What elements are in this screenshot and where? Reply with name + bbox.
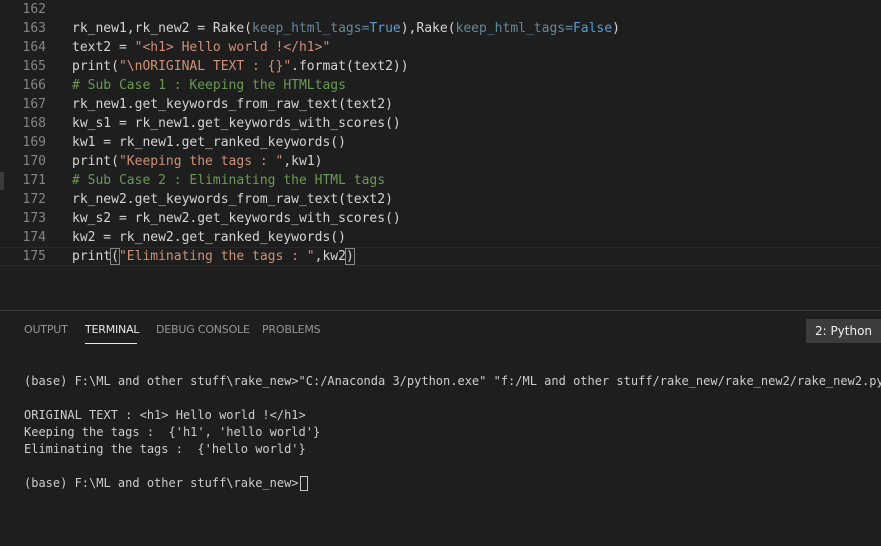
code-text: print("Keeping the tags : ",kw1) — [72, 152, 322, 171]
tab-debug-console[interactable]: DEBUG CONSOLE — [156, 323, 250, 336]
tab-terminal[interactable]: TERMINAL — [85, 323, 140, 336]
code-text: # Sub Case 1 : Keeping the HTMLtags — [72, 76, 346, 95]
terminal-prompt: (base) F:\ML and other stuff\rake_new> — [24, 476, 299, 490]
tab-problems[interactable]: PROBLEMS — [262, 323, 321, 336]
line-number: 174 — [22, 230, 46, 245]
code-token: rk_new1.get_keywords_from_raw_text(text2… — [72, 97, 393, 112]
code-token: print( — [72, 154, 119, 169]
code-token: print — [72, 249, 112, 264]
code-token: kw1 = rk_new1.get_ranked_keywords() — [72, 135, 346, 150]
code-text: text2 = "<h1> Hello world !</h1>" — [72, 38, 330, 57]
code-token: keep_html_tags= — [455, 21, 573, 36]
line-number: 163 — [22, 21, 46, 36]
terminal-line: Eliminating the tags : {'hello world'} — [24, 442, 306, 456]
line-number: 171 — [22, 173, 46, 188]
line-number: 173 — [22, 211, 46, 226]
code-line: 170 print("Keeping the tags : ",kw1) — [0, 152, 881, 171]
code-token: "<h1> Hello world !</h1>" — [134, 40, 331, 55]
code-token: text2 = — [72, 40, 135, 55]
panel-tabs: OUTPUT TERMINAL DEBUG CONSOLE PROBLEMS 2… — [0, 311, 881, 349]
code-line: 171 # Sub Case 2 : Eliminating the HTML t… — [0, 171, 881, 190]
code-text: rk_new1,rk_new2 = Rake(keep_html_tags=Tr… — [72, 19, 620, 38]
code-line: 172 rk_new2.get_keywords_from_raw_text(te… — [0, 190, 881, 209]
line-number: 165 — [22, 59, 46, 74]
code-token: ) — [344, 248, 355, 265]
code-token: rk_new2.get_keywords_from_raw_text(text2… — [72, 192, 393, 207]
code-text: rk_new2.get_keywords_from_raw_text(text2… — [72, 190, 393, 209]
code-editor[interactable]: 162 163 rk_new1,rk_new2 = Rake(keep_html_t… — [0, 0, 881, 310]
terminal-line: Keeping the tags : {'h1', 'hello world'} — [24, 425, 321, 439]
code-token: kw_s1 = rk_new1.get_keywords_with_scores… — [72, 116, 401, 131]
active-tab-indicator — [85, 343, 137, 344]
line-number: 169 — [22, 135, 46, 150]
code-line: 173 kw_s2 = rk_new2.get_keywords_with_sco… — [0, 209, 881, 228]
code-token: .format(text2)) — [291, 59, 409, 74]
code-line: 168 kw_s1 = rk_new1.get_keywords_with_sco… — [0, 114, 881, 133]
code-line: 163 rk_new1,rk_new2 = Rake(keep_html_tags… — [0, 19, 881, 38]
code-text: kw1 = rk_new1.get_ranked_keywords() — [72, 133, 346, 152]
code-text: print("\nORIGINAL TEXT : {}".format(text… — [72, 57, 409, 76]
code-line: 166 # Sub Case 1 : Keeping the HTMLtags — [0, 76, 881, 95]
code-text: print("Eliminating the tags : ",kw2) — [72, 247, 355, 266]
code-token: # Sub Case 1 : Keeping the HTMLtags — [72, 78, 346, 93]
tab-output[interactable]: OUTPUT — [24, 323, 68, 336]
code-token: True — [369, 21, 401, 36]
line-number: 172 — [22, 192, 46, 207]
code-token: kw2 = rk_new2.get_ranked_keywords() — [72, 230, 346, 245]
code-line: 162 — [0, 0, 881, 19]
code-line: 174 kw2 = rk_new2.get_ranked_keywords() — [0, 228, 881, 247]
line-number: 167 — [22, 97, 46, 112]
code-token: "Eliminating the tags : " — [118, 249, 315, 264]
terminal-line: ORIGINAL TEXT : <h1> Hello world !</h1> — [24, 408, 306, 422]
code-token: ) — [612, 21, 620, 36]
code-line: 165 print("\nORIGINAL TEXT : {}".format(t… — [0, 57, 881, 76]
code-token: False — [572, 21, 613, 36]
code-text: # Sub Case 2 : Eliminating the HTML tags — [72, 171, 385, 190]
terminal-cursor — [299, 476, 308, 491]
code-token: print( — [72, 59, 119, 74]
code-token: ),Rake( — [400, 21, 456, 36]
code-text: kw_s2 = rk_new2.get_keywords_with_scores… — [72, 209, 401, 228]
terminal-line: (base) F:\ML and other stuff\rake_new>"C… — [24, 374, 881, 388]
code-text: rk_new1.get_keywords_from_raw_text(text2… — [72, 95, 393, 114]
bottom-panel: OUTPUT TERMINAL DEBUG CONSOLE PROBLEMS 2… — [0, 310, 881, 546]
terminal-output[interactable]: (base) F:\ML and other stuff\rake_new>"C… — [24, 373, 881, 492]
code-line: 169 kw1 = rk_new1.get_ranked_keywords() — [0, 133, 881, 152]
line-number: 162 — [22, 2, 46, 17]
terminal-prompt-line: (base) F:\ML and other stuff\rake_new> — [24, 475, 881, 492]
terminal-select-dropdown[interactable]: 2: Python — [806, 319, 881, 343]
line-number: 166 — [22, 78, 46, 93]
code-token: ,kw1) — [283, 154, 323, 169]
code-token: ,kw2 — [314, 249, 346, 264]
line-number: 170 — [22, 154, 46, 169]
code-token: "Keeping the tags : " — [118, 154, 284, 169]
line-number: 175 — [22, 249, 46, 264]
code-token: keep_html_tags= — [252, 21, 370, 36]
line-number: 168 — [22, 116, 46, 131]
code-token: ( — [110, 248, 120, 265]
code-token: kw_s2 = rk_new2.get_keywords_with_scores… — [72, 211, 401, 226]
code-line: 175 print("Eliminating the tags : ",kw2) — [0, 247, 881, 266]
code-token: "\nORIGINAL TEXT : {}" — [118, 59, 292, 74]
code-line: 164 text2 = "<h1> Hello world !</h1>" — [0, 38, 881, 57]
line-number: 164 — [22, 40, 46, 55]
code-line: 167 rk_new1.get_keywords_from_raw_text(te… — [0, 95, 881, 114]
code-token: # Sub Case 2 : Eliminating the HTML tags — [72, 173, 386, 188]
code-token: rk_new1,rk_new2 = Rake( — [72, 21, 253, 36]
code-text: kw2 = rk_new2.get_ranked_keywords() — [72, 228, 346, 247]
code-text: kw_s1 = rk_new1.get_keywords_with_scores… — [72, 114, 401, 133]
